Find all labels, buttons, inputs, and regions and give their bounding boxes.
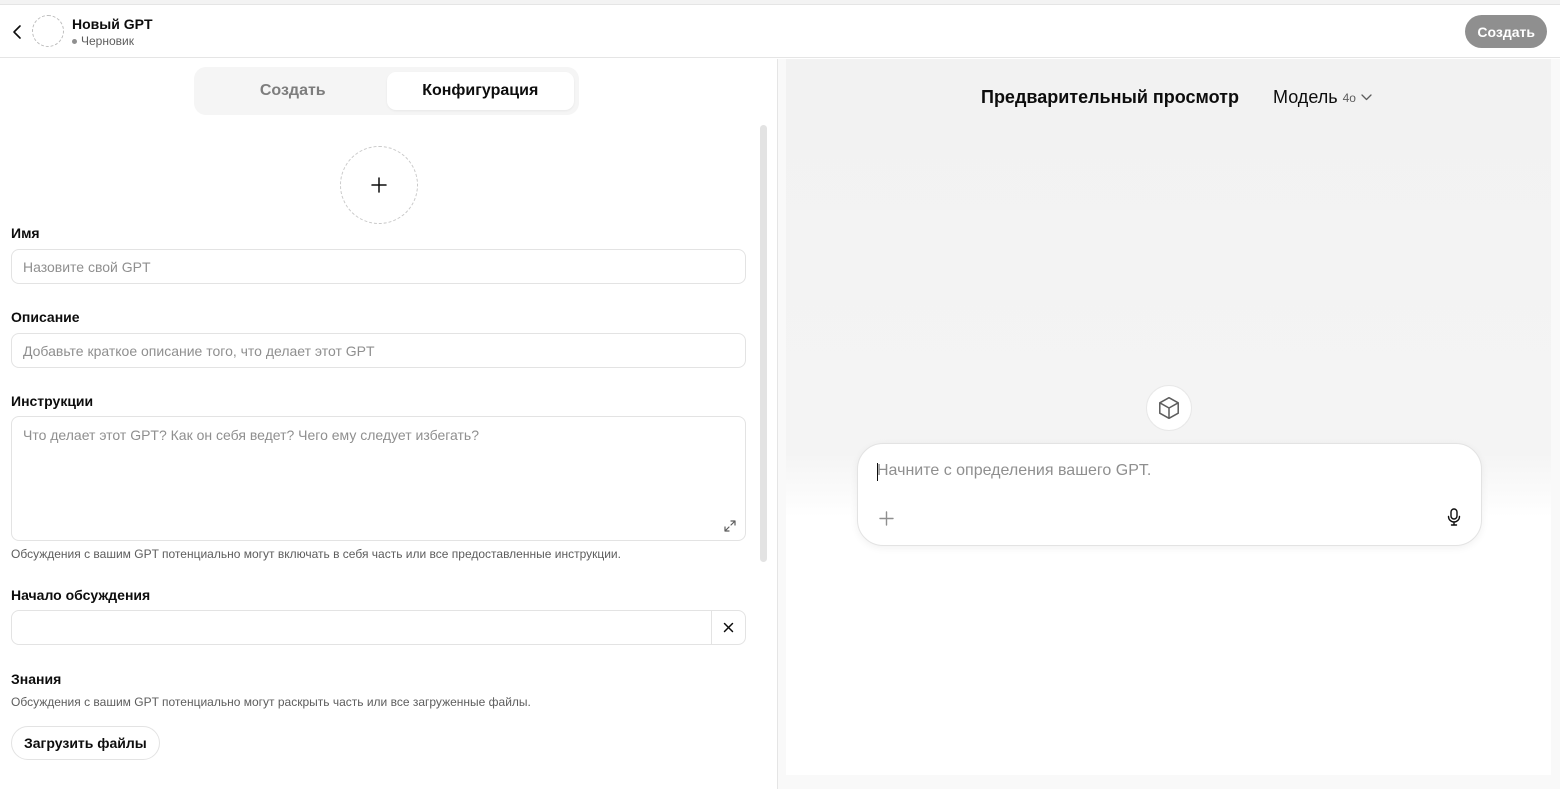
remove-starter-button[interactable] (711, 611, 745, 644)
tab-create[interactable]: Создать (199, 72, 387, 110)
instructions-textarea[interactable] (11, 416, 746, 541)
chevron-down-icon (1361, 94, 1372, 101)
chevron-left-icon (13, 25, 21, 39)
message-composer (857, 443, 1482, 546)
gpt-placeholder-avatar (1146, 385, 1192, 431)
microphone-icon (1447, 508, 1461, 526)
scrollbar[interactable] (760, 125, 767, 562)
message-input[interactable] (877, 462, 1437, 480)
model-label: Модель (1273, 87, 1338, 107)
gpt-avatar (32, 15, 64, 47)
knowledge-label: Знания (11, 671, 62, 687)
description-input[interactable] (11, 333, 746, 368)
model-version: 4o (1342, 90, 1356, 105)
tab-configure[interactable]: Конфигурация (386, 72, 574, 110)
close-icon (723, 622, 734, 633)
description-label: Описание (11, 309, 80, 325)
preview-panel: Предварительный просмотр Модель 4o (786, 59, 1551, 775)
conversation-starter-input[interactable] (12, 611, 711, 644)
model-selector[interactable]: Модель 4o (1273, 87, 1372, 108)
name-label: Имя (11, 225, 40, 241)
attach-button[interactable] (876, 508, 896, 528)
instructions-hint: Обсуждения с вашим GPT потенциально могу… (11, 547, 621, 561)
header: Новый GPT Черновик Создать (0, 5, 1560, 58)
starters-label: Начало обсуждения (11, 587, 151, 603)
expand-icon[interactable] (723, 519, 737, 533)
plus-icon (371, 177, 387, 193)
draft-status: Черновик (72, 34, 134, 48)
voice-input-button[interactable] (1444, 507, 1464, 527)
status-dot-icon (72, 38, 77, 44)
create-button[interactable]: Создать (1465, 15, 1547, 48)
plus-icon (878, 510, 894, 526)
preview-title: Предварительный просмотр (981, 87, 1239, 107)
knowledge-hint: Обсуждения с вашим GPT потенциально могу… (11, 695, 531, 709)
cube-icon (1159, 396, 1179, 420)
upload-files-button[interactable]: Загрузить файлы (11, 726, 160, 760)
config-panel: Создать Конфигурация Имя Описание Инстру… (0, 59, 778, 789)
name-input[interactable] (11, 249, 746, 284)
text-caret (877, 463, 878, 481)
gpt-title: Новый GPT (72, 16, 153, 32)
conversation-starter-field (11, 610, 746, 645)
upload-avatar-button[interactable] (340, 146, 418, 224)
mode-tabs: Создать Конфигурация (194, 67, 579, 115)
instructions-label: Инструкции (11, 393, 94, 409)
status-label: Черновик (81, 34, 134, 48)
back-button[interactable] (8, 21, 26, 43)
